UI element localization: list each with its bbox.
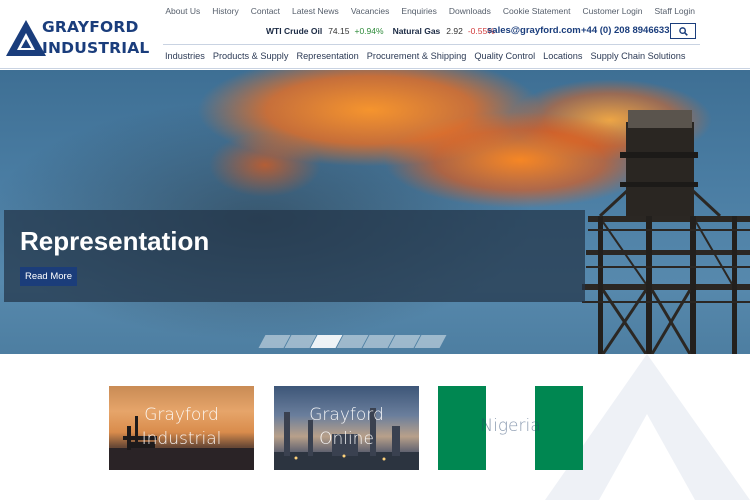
top-link-latest-news[interactable]: Latest News bbox=[292, 6, 339, 16]
search-icon bbox=[679, 27, 688, 36]
card-2-label-line2: Online bbox=[319, 429, 374, 449]
hero-title: Representation bbox=[20, 226, 210, 256]
contact-phone[interactable]: +44 (0) 208 8946633 bbox=[581, 25, 669, 36]
top-link-history[interactable]: History bbox=[212, 6, 238, 16]
nav-quality-control[interactable]: Quality Control bbox=[474, 51, 535, 61]
logo-wordmark-line1: GRAYFORD bbox=[42, 18, 139, 36]
top-link-enquiries[interactable]: Enquiries bbox=[401, 6, 436, 16]
top-link-about-us[interactable]: About Us bbox=[165, 6, 200, 16]
read-more-button[interactable]: Read More bbox=[20, 267, 77, 286]
card-1-label-line2: Industrial bbox=[141, 429, 222, 449]
ticker-gas-value: 2.92 bbox=[446, 26, 463, 36]
ticker-oil-name: WTI Crude Oil bbox=[266, 26, 323, 36]
price-ticker: WTI Crude Oil 74.15 +0.94% Natural Gas 2… bbox=[266, 26, 495, 36]
hero-slider[interactable]: Representation Read More bbox=[0, 70, 750, 354]
card-2-label-line1: Grayford bbox=[309, 405, 384, 425]
nav-industries[interactable]: Industries bbox=[165, 51, 205, 61]
top-link-vacancies[interactable]: Vacancies bbox=[351, 6, 390, 16]
card-grayford-industrial[interactable]: Grayford Industrial bbox=[109, 386, 254, 470]
slide-dot-7[interactable] bbox=[414, 335, 447, 348]
top-link-contact[interactable]: Contact bbox=[251, 6, 280, 16]
nav-products-supply[interactable]: Products & Supply bbox=[213, 51, 289, 61]
nav-representation[interactable]: Representation bbox=[296, 51, 358, 61]
header-divider bbox=[163, 44, 700, 45]
top-link-downloads[interactable]: Downloads bbox=[449, 6, 491, 16]
card-3-label: Nigeria bbox=[480, 416, 541, 436]
top-link-customer-login[interactable]: Customer Login bbox=[582, 6, 642, 16]
ticker-gas-name: Natural Gas bbox=[392, 26, 441, 36]
page: GRAYFORD INDUSTRIAL About Us History Con… bbox=[0, 0, 750, 500]
card-grayford-online[interactable]: Grayford Online bbox=[274, 386, 419, 470]
card-1-label-line1: Grayford bbox=[144, 405, 219, 425]
top-link-cookie-statement[interactable]: Cookie Statement bbox=[503, 6, 571, 16]
utility-nav: About Us History Contact Latest News Vac… bbox=[153, 6, 695, 16]
nav-procurement-shipping[interactable]: Procurement & Shipping bbox=[367, 51, 467, 61]
main-nav: Industries Products & Supply Representat… bbox=[165, 51, 693, 61]
contact-email-link[interactable]: sales@grayford.com bbox=[487, 25, 581, 36]
ticker-oil-value: 74.15 bbox=[328, 26, 350, 36]
nav-locations[interactable]: Locations bbox=[543, 51, 582, 61]
top-link-staff-login[interactable]: Staff Login bbox=[655, 6, 696, 16]
site-header: GRAYFORD INDUSTRIAL About Us History Con… bbox=[0, 0, 750, 69]
logo[interactable]: GRAYFORD INDUSTRIAL bbox=[4, 12, 164, 60]
slider-pagination bbox=[258, 335, 447, 348]
logo-wordmark-line2: INDUSTRIAL bbox=[42, 39, 150, 57]
ticker-oil-change: +0.94% bbox=[354, 26, 384, 36]
hero-caption: Representation Read More bbox=[4, 210, 585, 302]
featured-section: Grayford Industrial Grayford Online Nige… bbox=[0, 354, 750, 500]
card-nigeria[interactable]: Nigeria bbox=[438, 386, 583, 470]
nav-supply-chain-solutions[interactable]: Supply Chain Solutions bbox=[590, 51, 685, 61]
search-button[interactable] bbox=[670, 23, 696, 39]
